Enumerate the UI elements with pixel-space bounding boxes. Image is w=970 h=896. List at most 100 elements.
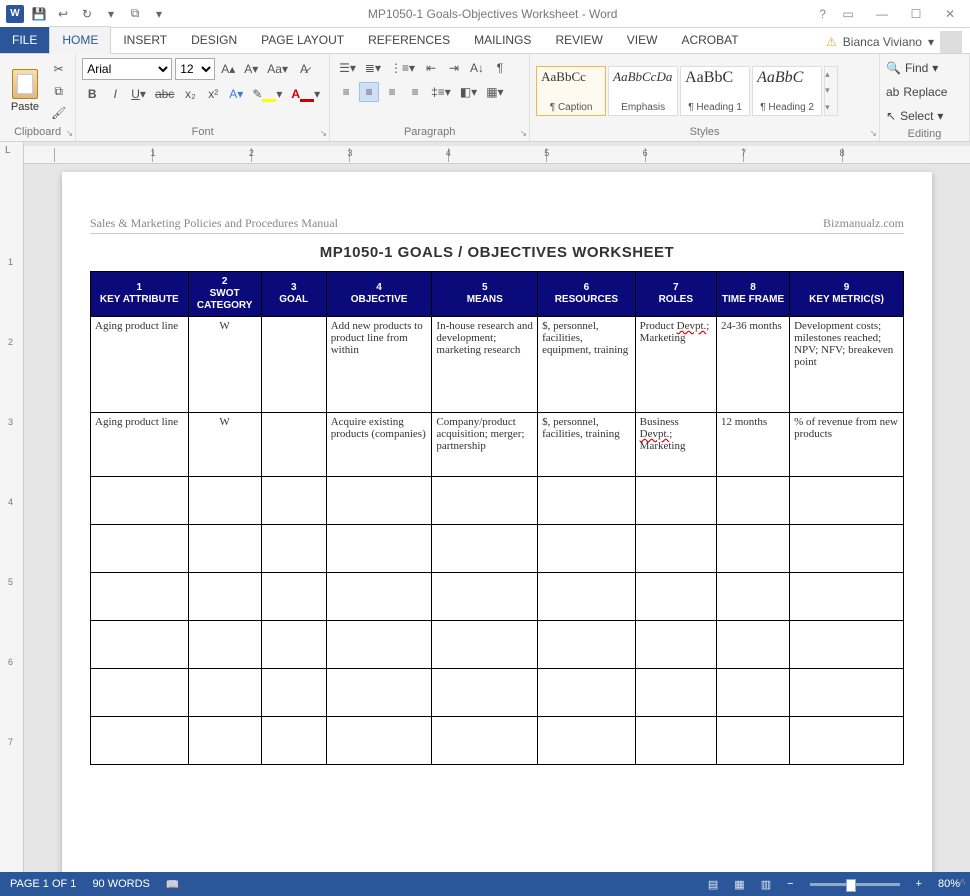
styles-down-icon[interactable]: ▾ <box>825 85 837 96</box>
web-layout-icon[interactable]: ▥ <box>761 878 771 891</box>
undo-icon[interactable]: ↩ <box>54 5 72 23</box>
status-words[interactable]: 90 WORDS <box>92 878 149 890</box>
group-styles: AaBbCc ¶ Caption AaBbCcDa Emphasis AaBbC… <box>530 54 880 141</box>
save-icon[interactable]: 💾 <box>30 5 48 23</box>
zoom-slider[interactable] <box>810 883 900 886</box>
read-mode-icon[interactable]: ▤ <box>708 878 718 891</box>
table-header-row: 1KEY ATTRIBUTE 2SWOT CATEGORY 3GOAL 4OBJ… <box>91 272 904 317</box>
tab-page-layout[interactable]: PAGE LAYOUT <box>249 27 356 53</box>
minimize-button[interactable]: — <box>870 7 894 21</box>
styles-up-icon[interactable]: ▴ <box>825 69 837 80</box>
collapse-ribbon-icon[interactable]: ˄ <box>959 875 966 889</box>
show-hide-paragraph-icon[interactable]: ¶ <box>490 58 510 78</box>
paste-label: Paste <box>11 101 39 113</box>
underline-button[interactable]: U▾ <box>128 84 149 104</box>
clipboard-dialog-launcher-icon[interactable]: ↘ <box>66 128 74 139</box>
styles-dialog-launcher-icon[interactable]: ↘ <box>869 128 877 139</box>
text-effects-icon[interactable]: A▾ <box>226 84 246 104</box>
font-size-select[interactable]: 12 <box>175 58 215 80</box>
highlight-color-icon[interactable]: ✎▾ <box>249 84 285 104</box>
tab-insert[interactable]: INSERT <box>111 27 179 53</box>
increase-indent-icon[interactable]: ⇥ <box>444 58 464 78</box>
maximize-button[interactable]: ☐ <box>904 7 928 21</box>
copy-button-icon[interactable]: ⧉ <box>48 81 69 101</box>
font-color-icon[interactable]: A▾ <box>288 84 323 104</box>
table-row[interactable] <box>91 717 904 765</box>
tab-review[interactable]: REVIEW <box>543 27 614 53</box>
table-row[interactable]: Aging product line W Add new products to… <box>91 317 904 413</box>
table-row[interactable] <box>91 573 904 621</box>
style-heading1[interactable]: AaBbC ¶ Heading 1 <box>680 66 750 116</box>
strikethrough-button[interactable]: abc <box>152 84 177 104</box>
align-left-icon[interactable]: ≡ <box>336 82 356 102</box>
table-row[interactable]: Aging product line W Acquire existing pr… <box>91 413 904 477</box>
numbering-icon[interactable]: ≣▾ <box>362 58 384 78</box>
close-button[interactable]: ✕ <box>938 7 962 21</box>
grow-font-icon[interactable]: A▴ <box>218 59 238 79</box>
proofing-icon[interactable]: 📖 <box>166 878 180 891</box>
ribbon: Paste ✂ ⧉ 🖌 Clipboard ↘ Arial 12 A▴ A▾ A… <box>0 54 970 142</box>
tab-design[interactable]: DESIGN <box>179 27 249 53</box>
replace-button[interactable]: abReplace <box>886 82 947 102</box>
zoom-in-button[interactable]: + <box>916 878 922 890</box>
style-heading2[interactable]: AaBbC ¶ Heading 2 <box>752 66 822 116</box>
paste-button[interactable]: Paste <box>6 59 44 123</box>
cut-icon[interactable]: ✂ <box>48 59 69 79</box>
bold-button[interactable]: B <box>82 84 102 104</box>
tab-home[interactable]: HOME <box>49 26 111 54</box>
find-button[interactable]: 🔍Find▾ <box>886 58 938 78</box>
style-emphasis[interactable]: AaBbCcDa Emphasis <box>608 66 678 116</box>
font-dialog-launcher-icon[interactable]: ↘ <box>320 128 328 139</box>
paragraph-dialog-launcher-icon[interactable]: ↘ <box>520 128 528 139</box>
ribbon-tabs: FILE HOME INSERT DESIGN PAGE LAYOUT REFE… <box>0 28 970 54</box>
zoom-level[interactable]: 80% <box>938 878 960 890</box>
font-name-select[interactable]: Arial <box>82 58 172 80</box>
multilevel-list-icon[interactable]: ⋮≡▾ <box>387 58 418 78</box>
status-page[interactable]: PAGE 1 OF 1 <box>10 878 76 890</box>
format-painter-icon[interactable]: 🖌 <box>48 103 69 123</box>
document-scroll-area[interactable]: 12345678 Sales & Marketing Policies and … <box>24 142 970 872</box>
horizontal-ruler[interactable]: 12345678 <box>24 146 970 164</box>
table-row[interactable] <box>91 525 904 573</box>
shrink-font-icon[interactable]: A▾ <box>241 59 261 79</box>
window-controls: ? ▭ — ☐ ✕ <box>811 7 970 21</box>
line-spacing-icon[interactable]: ‡≡▾ <box>428 82 454 102</box>
qat-dropdown-icon-2[interactable]: ▾ <box>150 5 168 23</box>
tab-file[interactable]: FILE <box>0 27 49 53</box>
decrease-indent-icon[interactable]: ⇤ <box>421 58 441 78</box>
shading-icon[interactable]: ◧▾ <box>457 82 480 102</box>
select-button[interactable]: ↖Select▾ <box>886 106 943 126</box>
table-row[interactable] <box>91 477 904 525</box>
help-icon[interactable]: ? <box>819 7 826 21</box>
superscript-button[interactable]: x² <box>203 84 223 104</box>
align-center-icon[interactable]: ≡ <box>359 82 379 102</box>
justify-icon[interactable]: ≡ <box>405 82 425 102</box>
sort-icon[interactable]: A↓ <box>467 58 487 78</box>
tab-mailings[interactable]: MAILINGS <box>462 27 543 53</box>
table-row[interactable] <box>91 621 904 669</box>
tab-acrobat[interactable]: ACROBAT <box>669 27 750 53</box>
account-dropdown-icon[interactable]: ▾ <box>928 35 934 49</box>
print-layout-icon[interactable]: ▦ <box>734 878 744 891</box>
styles-more-icon[interactable]: ▾ <box>825 102 837 113</box>
redo-icon[interactable]: ↻ <box>78 5 96 23</box>
avatar[interactable] <box>940 31 962 53</box>
borders-icon[interactable]: ▦▾ <box>483 82 506 102</box>
table-row[interactable] <box>91 669 904 717</box>
tab-references[interactable]: REFERENCES <box>356 27 462 53</box>
italic-button[interactable]: I <box>105 84 125 104</box>
align-right-icon[interactable]: ≡ <box>382 82 402 102</box>
zoom-out-button[interactable]: − <box>787 878 793 890</box>
account-area[interactable]: ⚠ Bianca Viviano ▾ <box>826 31 970 53</box>
tab-view[interactable]: VIEW <box>615 27 670 53</box>
change-case-icon[interactable]: Aa▾ <box>264 59 291 79</box>
worksheet-table[interactable]: 1KEY ATTRIBUTE 2SWOT CATEGORY 3GOAL 4OBJ… <box>90 271 904 765</box>
clear-formatting-icon[interactable]: A̷ <box>294 59 314 79</box>
document-page[interactable]: Sales & Marketing Policies and Procedure… <box>62 172 932 872</box>
qat-dropdown-icon[interactable]: ▾ <box>102 5 120 23</box>
style-caption[interactable]: AaBbCc ¶ Caption <box>536 66 606 116</box>
bullets-icon[interactable]: ☰▾ <box>336 58 359 78</box>
copy-icon[interactable]: ⧉ <box>126 5 144 23</box>
subscript-button[interactable]: x₂ <box>180 84 200 104</box>
ribbon-display-options-icon[interactable]: ▭ <box>836 7 860 21</box>
